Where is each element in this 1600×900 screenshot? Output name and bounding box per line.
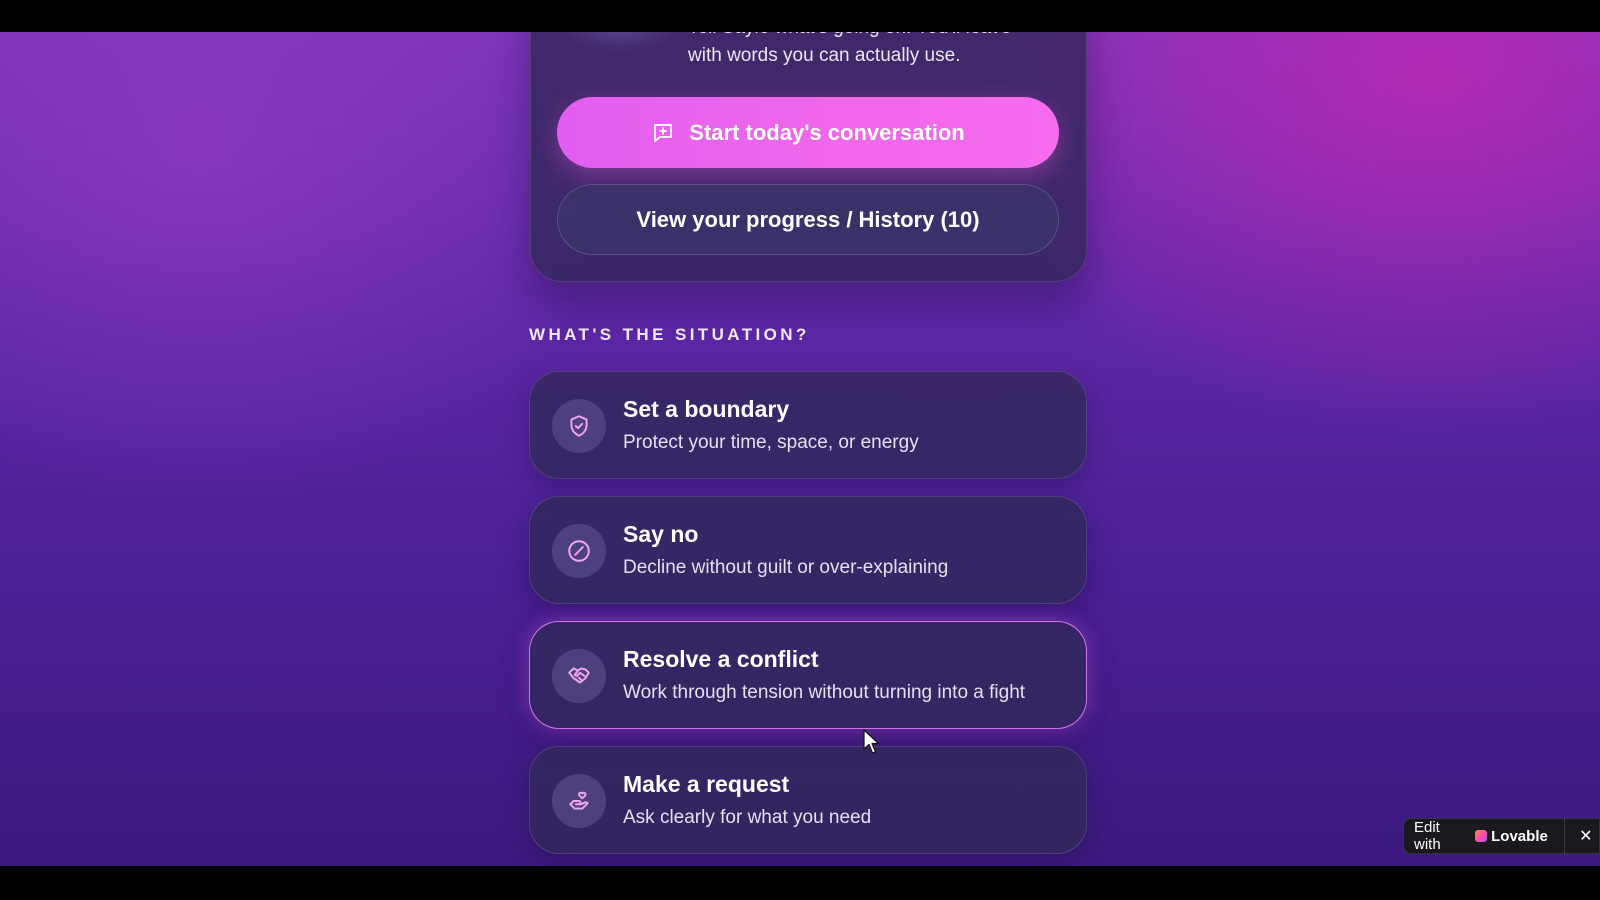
hand-heart-icon	[569, 791, 589, 810]
situation-subtitle: Ask clearly for what you need	[623, 807, 872, 828]
situation-heading: WHAT'S THE SITUATION?	[529, 325, 810, 344]
hero-description: Tell Sayle what's going on. You'll leave…	[688, 32, 1058, 70]
badge-prefix: Edit with	[1414, 819, 1441, 853]
situation-card-say-no[interactable]: Say no Decline without guilt or over-exp…	[529, 496, 1087, 604]
situation-subtitle: Decline without guilt or over-explaining	[623, 557, 949, 578]
lovable-brand: Lovable	[1475, 828, 1548, 845]
situation-subtitle: Work through tension without turning int…	[623, 682, 1026, 703]
shield-check-icon	[570, 415, 588, 437]
prohibited-icon	[568, 540, 590, 562]
edit-with-lovable-badge[interactable]: Edit with Lovable ✕	[1403, 818, 1600, 854]
situation-title: Make a request	[623, 771, 790, 797]
badge-close-button[interactable]: ✕	[1573, 818, 1599, 854]
lovable-brand-name: Lovable	[1491, 827, 1548, 845]
app-viewport: Tell Sayle what's going on. You'll leave…	[0, 32, 1600, 866]
letterbox-bottom	[0, 866, 1600, 900]
hero-description-line2: with words you can actually use.	[688, 45, 961, 66]
handshake-icon	[568, 667, 590, 684]
situation-card-make-request[interactable]: Make a request Ask clearly for what you …	[529, 746, 1087, 854]
situation-card-set-boundary[interactable]: Set a boundary Protect your time, space,…	[529, 371, 1087, 479]
view-progress-button[interactable]: View your progress / History (10)	[557, 184, 1059, 255]
view-progress-label: View your progress / History (10)	[636, 206, 980, 232]
letterbox-top	[0, 0, 1600, 32]
mouse-cursor-icon	[863, 729, 880, 754]
lovable-logo-icon	[1475, 830, 1488, 842]
situation-title: Resolve a conflict	[623, 646, 819, 672]
start-conversation-label: Start today's conversation	[689, 119, 965, 145]
chat-plus-icon	[654, 123, 673, 142]
hero-avatar	[560, 32, 680, 52]
situation-card-resolve-conflict[interactable]: Resolve a conflict Work through tension …	[529, 621, 1087, 729]
situation-title: Say no	[623, 521, 699, 547]
situation-title: Set a boundary	[623, 396, 790, 422]
situation-subtitle: Protect your time, space, or energy	[623, 432, 919, 453]
start-conversation-button[interactable]: Start today's conversation	[557, 97, 1059, 168]
hero-description-line1: Tell Sayle what's going on. You'll leave	[688, 32, 1011, 42]
